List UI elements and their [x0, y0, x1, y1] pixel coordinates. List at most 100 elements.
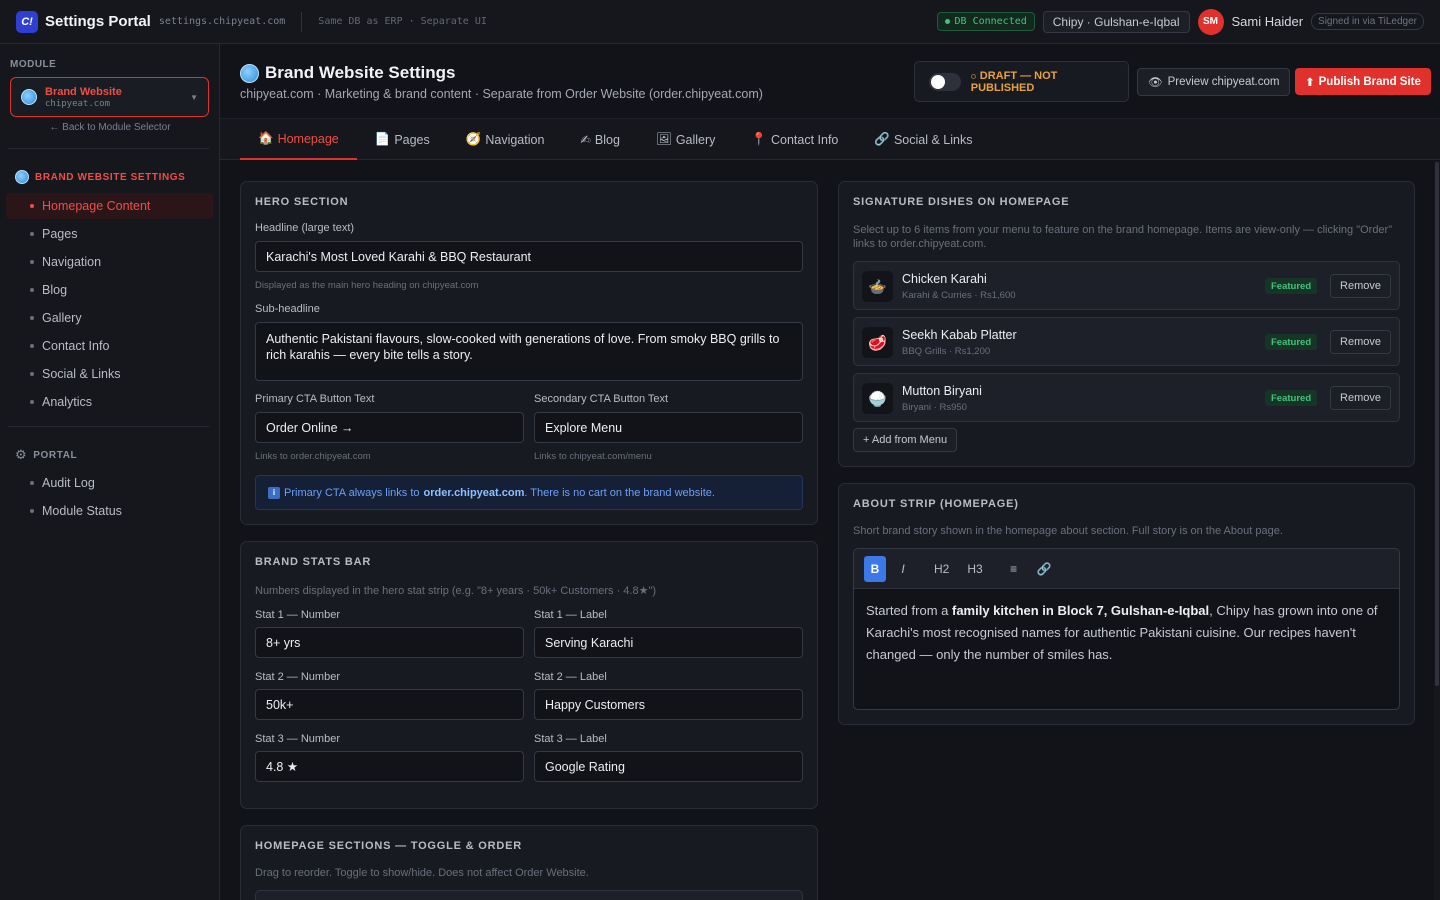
preview-button[interactable]: 👁 Preview chipyeat.com	[1137, 68, 1291, 96]
h3-button[interactable]: H3	[961, 556, 988, 582]
headline-input[interactable]: Karachi's Most Loved Karahi & BBQ Restau…	[255, 241, 803, 272]
remove-button[interactable]: Remove	[1330, 386, 1391, 410]
tab-navigation[interactable]: 🧭 Navigation	[448, 119, 563, 160]
subheadline-textarea[interactable]: Authentic Pakistani flavours, slow-cooke…	[255, 322, 803, 381]
order-site-link[interactable]: order.chipyeat.com	[424, 487, 525, 499]
publish-button[interactable]: ⬆ Publish Brand Site	[1295, 68, 1431, 95]
module-label: MODULE	[10, 59, 57, 70]
list-item: 🍚 Mutton Biryani Biryani · Rs950 Feature…	[853, 373, 1400, 422]
featured-badge: Featured	[1265, 334, 1318, 350]
sidebar-item-social-links[interactable]: Social & Links	[6, 361, 213, 387]
dish-name: Mutton Biryani	[902, 384, 982, 398]
bullet-icon	[30, 509, 34, 513]
sidebar-item-homepage-content[interactable]: Homepage Content	[6, 193, 213, 219]
top-bar: C! Settings Portal settings.chipyeat.com…	[0, 0, 1440, 44]
card-title: HOMEPAGE SECTIONS — TOGGLE & ORDER	[255, 840, 522, 852]
app-domain: settings.chipyeat.com	[158, 16, 286, 27]
user-name[interactable]: Sami Haider	[1232, 14, 1304, 29]
globe-icon	[240, 63, 259, 83]
section-portal: ⚙ PORTAL	[15, 447, 78, 462]
tab-social-links[interactable]: 🔗 Social & Links	[856, 119, 990, 160]
publish-status: DRAFT — NOT PUBLISHED	[914, 61, 1129, 102]
stats-description: Numbers displayed in the hero stat strip…	[255, 585, 657, 597]
headline-hint: Displayed as the main hero heading on ch…	[255, 280, 479, 291]
sidebar-item-audit-log[interactable]: Audit Log	[6, 470, 213, 496]
gear-icon: ⚙	[15, 447, 28, 462]
bold-button[interactable]: B	[864, 555, 886, 582]
h2-button[interactable]: H2	[928, 556, 955, 582]
dish-name: Chicken Karahi	[902, 272, 987, 286]
stat-2-label-input[interactable]: Happy Customers	[534, 689, 803, 720]
bullet-icon	[30, 481, 34, 485]
italic-button[interactable]: I	[892, 556, 914, 582]
stat-1-label-input[interactable]: Serving Karachi	[534, 627, 803, 658]
bullet-icon	[30, 232, 34, 236]
editor-content[interactable]: Started from a family kitchen in Block 7…	[854, 589, 1399, 677]
bullet-icon	[30, 204, 34, 208]
sidebar-item-analytics[interactable]: Analytics	[6, 389, 213, 415]
remove-button[interactable]: Remove	[1330, 330, 1391, 354]
section-list[interactable]	[255, 890, 803, 900]
add-from-menu-button[interactable]: + Add from Menu	[853, 428, 958, 452]
sidebar-item-navigation[interactable]: Navigation	[6, 249, 213, 275]
sidebar-item-blog[interactable]: Blog	[6, 277, 213, 303]
divider	[301, 11, 303, 32]
signed-in-badge: Signed in via TiLedger	[1311, 13, 1424, 30]
sidebar-item-gallery[interactable]: Gallery	[6, 305, 213, 331]
dishes-description: Select up to 6 items from your menu to f…	[853, 224, 1393, 250]
tab-homepage[interactable]: 🏠 Homepage	[240, 119, 357, 160]
stat-3-label-input[interactable]: Google Rating	[534, 751, 803, 782]
editor-toolbar: B I H2 H3 ≡ 🔗	[854, 549, 1399, 589]
module-selector[interactable]: Brand Website chipyeat.com ▼	[10, 77, 209, 117]
secondary-cta-input[interactable]: Explore Menu	[534, 412, 803, 443]
avatar[interactable]: SM	[1197, 8, 1224, 35]
featured-badge: Featured	[1265, 278, 1318, 294]
app-logo[interactable]: C!	[16, 10, 38, 33]
stat-3-number-input[interactable]: 4.8 ★	[255, 751, 524, 782]
section-brand-website-settings: BRAND WEBSITE SETTINGS	[15, 170, 185, 184]
list-icon[interactable]: ≡	[1003, 556, 1025, 582]
bullet-icon	[30, 316, 34, 320]
stat-2-number-input[interactable]: 50k+	[255, 689, 524, 720]
sections-description: Drag to reorder. Toggle to show/hide. Do…	[255, 867, 589, 879]
bullet-icon	[30, 344, 34, 348]
page-subtitle: chipyeat.com · Marketing & brand content…	[240, 87, 763, 101]
sidebar-item-pages[interactable]: Pages	[6, 221, 213, 247]
card-title: HERO SECTION	[255, 196, 349, 208]
chevron-down-icon: ▼	[190, 92, 198, 102]
remove-button[interactable]: Remove	[1330, 274, 1391, 298]
bullet-icon	[30, 288, 34, 292]
secondary-cta-label: Secondary CTA Button Text	[534, 393, 669, 405]
draft-status-text: DRAFT — NOT PUBLISHED	[970, 69, 1058, 94]
tab-contact-info[interactable]: 📍 Contact Info	[733, 119, 856, 160]
stat-3-label-label: Stat 3 — Label	[534, 733, 607, 745]
scrollbar-thumb[interactable]	[1435, 162, 1439, 686]
page-icon: 📄	[374, 132, 391, 146]
branch-selector[interactable]: Chipy · Gulshan-e-Iqbal	[1042, 10, 1190, 33]
tab-blog[interactable]: ✍ Blog	[562, 119, 638, 160]
list-item: 🥩 Seekh Kabab Platter BBQ Grills · Rs1,2…	[853, 317, 1400, 366]
stat-2-number-label: Stat 2 — Number	[255, 671, 340, 683]
back-to-module-selector-link[interactable]: ← Back to Module Selector	[0, 122, 220, 133]
tab-pages[interactable]: 📄 Pages	[357, 119, 448, 160]
divider	[8, 148, 209, 149]
dish-meta: BBQ Grills · Rs1,200	[902, 346, 991, 357]
tab-gallery[interactable]: 🖼 Gallery	[638, 119, 733, 160]
tab-bar: 🏠 Homepage 📄 Pages 🧭 Navigation ✍ Blog 🖼 Gall…	[220, 118, 1440, 160]
primary-cta-label: Primary CTA Button Text	[255, 393, 375, 405]
publish-toggle[interactable]	[929, 72, 961, 91]
module-domain: chipyeat.com	[45, 98, 111, 109]
link-icon: 🔗	[874, 132, 890, 146]
sidebar-item-module-status[interactable]: Module Status	[6, 498, 213, 524]
link-icon[interactable]: 🔗	[1031, 556, 1058, 582]
stat-1-number-label: Stat 1 — Number	[255, 609, 340, 621]
sidebar: MODULE Brand Website chipyeat.com ▼ ← Ba…	[0, 44, 220, 900]
cta-info-notice: i Primary CTA always links to order.chip…	[255, 475, 803, 510]
homepage-sections-card: HOMEPAGE SECTIONS — TOGGLE & ORDER Drag …	[240, 825, 818, 900]
rich-text-editor[interactable]: B I H2 H3 ≡ 🔗 Started from a family kitc…	[853, 548, 1400, 710]
info-icon: i	[268, 486, 280, 499]
headline-label: Headline (large text)	[255, 222, 355, 234]
primary-cta-input[interactable]: Order Online →	[255, 412, 524, 443]
sidebar-item-contact-info[interactable]: Contact Info	[6, 333, 213, 359]
stat-1-number-input[interactable]: 8+ yrs	[255, 627, 524, 658]
